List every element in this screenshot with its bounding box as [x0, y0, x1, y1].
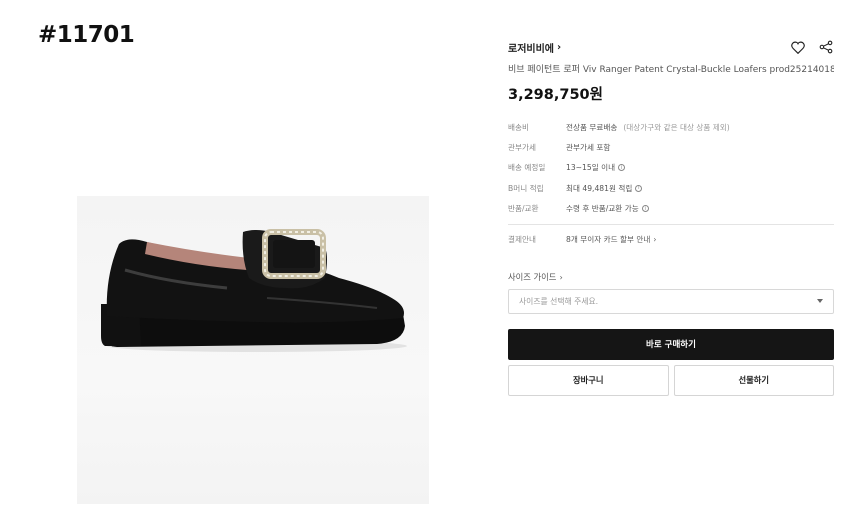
info-value: 최대 49,481원 적립 i — [566, 183, 643, 194]
info-value-text: 전상품 무료배송 — [566, 122, 618, 132]
buy-now-button[interactable]: 바로 구매하기 — [508, 328, 834, 360]
info-label: 관부가세 — [508, 143, 536, 153]
payment-row: 결제안내 8개 무이자 카드 할부 안내 › — [508, 225, 834, 255]
payment-info-link[interactable]: 8개 무이자 카드 할부 안내 › — [566, 234, 656, 245]
heart-icon[interactable] — [790, 39, 806, 55]
info-value: 전상품 무료배송 (대상가구와 같은 대상 상품 제외) — [566, 122, 730, 133]
brand-row: 로저비비에 › — [508, 38, 834, 56]
info-row-points: B머니 적립 최대 49,481원 적립 i — [508, 178, 834, 198]
loafer-illustration — [101, 229, 407, 352]
gift-button[interactable]: 선물하기 — [673, 364, 834, 396]
info-value-text: 최대 49,481원 적립 — [566, 183, 633, 193]
info-row-delivery: 배송 예정일 13~15일 이내 i — [508, 158, 834, 178]
product-price: 3,298,750원 — [508, 87, 603, 103]
info-row-shipping: 배송비 전상품 무료배송 (대상가구와 같은 대상 상품 제외) — [508, 117, 834, 137]
info-label: 반품/교환 — [508, 204, 539, 214]
info-value: 13~15일 이내 i — [566, 162, 626, 173]
info-label: B머니 적립 — [508, 183, 544, 193]
chevron-down-icon — [817, 299, 823, 304]
info-value-text: 13~15일 이내 — [566, 163, 616, 173]
brand-name: 로저비비에 — [508, 43, 554, 55]
secondary-buttons: 장바구니 선물하기 — [508, 364, 834, 396]
product-detail-panel: 로저비비에 › 비브 페이턴트 로퍼 Viv Ranger Patent Cry… — [508, 38, 834, 396]
brand-link[interactable]: 로저비비에 › — [508, 40, 561, 55]
info-value: 관부가세 포함 — [566, 142, 610, 153]
info-label: 배송비 — [508, 122, 529, 132]
size-select-placeholder: 사이즈를 선택해 주세요. — [519, 296, 599, 306]
chevron-right-icon: › — [653, 235, 657, 245]
info-row-return: 반품/교환 수령 후 반품/교환 가능 i — [508, 199, 834, 219]
info-value-sub: (대상가구와 같은 대상 상품 제외) — [623, 122, 730, 132]
size-guide-link[interactable]: 사이즈 가이드 › — [508, 271, 834, 283]
size-guide-label: 사이즈 가이드 — [508, 271, 557, 282]
info-list: 배송비 전상품 무료배송 (대상가구와 같은 대상 상품 제외) 관부가세 관부… — [508, 117, 834, 219]
action-icons — [790, 39, 834, 55]
info-icon[interactable]: i — [641, 205, 649, 213]
item-id-label: #11701 — [38, 22, 135, 48]
chevron-right-icon: › — [557, 41, 562, 53]
info-icon[interactable]: i — [618, 164, 626, 172]
payment-value: 8개 무이자 카드 할부 안내 — [566, 235, 651, 245]
chevron-right-icon: › — [559, 271, 563, 282]
size-select[interactable]: 사이즈를 선택해 주세요. — [508, 288, 834, 314]
product-title: 비브 페이턴트 로퍼 Viv Ranger Patent Crystal-Buc… — [508, 65, 834, 75]
payment-label: 결제안내 — [508, 235, 536, 245]
info-icon[interactable]: i — [635, 184, 643, 192]
info-row-customs: 관부가세 관부가세 포함 — [508, 137, 834, 157]
share-icon[interactable] — [818, 39, 834, 55]
info-value: 수령 후 반품/교환 가능 i — [566, 203, 649, 214]
product-image — [77, 196, 429, 504]
info-value-text: 수령 후 반품/교환 가능 — [566, 204, 639, 214]
info-label: 배송 예정일 — [508, 163, 546, 173]
cart-button[interactable]: 장바구니 — [508, 364, 669, 396]
info-value-text: 관부가세 포함 — [566, 143, 611, 153]
buckle-center — [273, 240, 315, 268]
